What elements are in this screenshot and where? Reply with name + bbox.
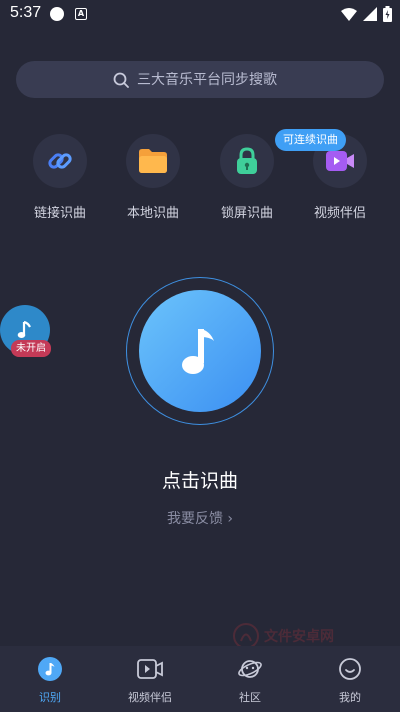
nav-item-recognize[interactable]: 识别 <box>0 646 100 712</box>
feedback-link[interactable]: 我要反馈 › <box>0 508 400 528</box>
nav-label: 我的 <box>339 691 361 704</box>
video-icon <box>326 151 354 171</box>
shortcut-local-recognize[interactable]: 本地识曲 <box>113 134 193 221</box>
nav-item-community[interactable]: 社区 <box>200 646 300 712</box>
smile-icon <box>337 656 363 682</box>
continuous-recognize-badge: 可连续识曲 <box>275 129 346 151</box>
shortcut-label: 本地识曲 <box>126 206 179 221</box>
battery-icon <box>383 6 392 22</box>
planet-icon <box>237 656 263 682</box>
shortcut-link-recognize[interactable]: 链接识曲 <box>20 134 100 221</box>
shortcut-label: 锁屏识曲 <box>220 206 273 221</box>
floating-widget-status-badge: 未开启 <box>11 340 51 357</box>
shortcut-label: 链接识曲 <box>33 206 86 221</box>
signal-icon <box>363 7 377 21</box>
music-note-icon <box>182 329 214 374</box>
music-note-icon <box>17 320 31 338</box>
lock-icon <box>237 147 257 174</box>
video-icon <box>137 656 163 682</box>
link-icon <box>48 153 72 169</box>
nav-label: 视频伴侣 <box>128 691 172 704</box>
search-bar[interactable] <box>16 61 384 98</box>
shortcut-circle <box>126 134 180 188</box>
search-icon <box>113 72 129 88</box>
nav-label: 社区 <box>239 691 261 704</box>
notification-dot-icon <box>50 7 64 21</box>
status-time: 5:37 <box>10 4 42 21</box>
floating-widget[interactable]: 未开启 <box>0 305 52 357</box>
status-icons <box>341 5 392 23</box>
recognize-title: 点击识曲 <box>161 470 238 492</box>
watermark-text: 文件安卓网 <box>264 629 334 645</box>
shortcut-circle <box>33 134 87 188</box>
nav-item-mine[interactable]: 我的 <box>300 646 400 712</box>
search-input[interactable] <box>137 71 287 88</box>
nav-item-video-companion[interactable]: 视频伴侣 <box>100 646 200 712</box>
shortcut-lockscreen-recognize[interactable]: 锁屏识曲 <box>207 134 287 221</box>
nav-label: 识别 <box>39 691 61 704</box>
shortcut-label: 视频伴侣 <box>313 206 366 221</box>
recognize-button[interactable] <box>139 290 261 412</box>
shortcut-circle <box>220 134 274 188</box>
bottom-nav: 识别 视频伴侣 社区 我的 <box>0 646 400 712</box>
music-note-icon <box>37 656 63 682</box>
folder-icon <box>139 149 167 173</box>
status-bar: 5:37 A <box>0 0 400 28</box>
notification-a-icon: A <box>75 8 87 20</box>
wifi-icon <box>341 7 357 21</box>
